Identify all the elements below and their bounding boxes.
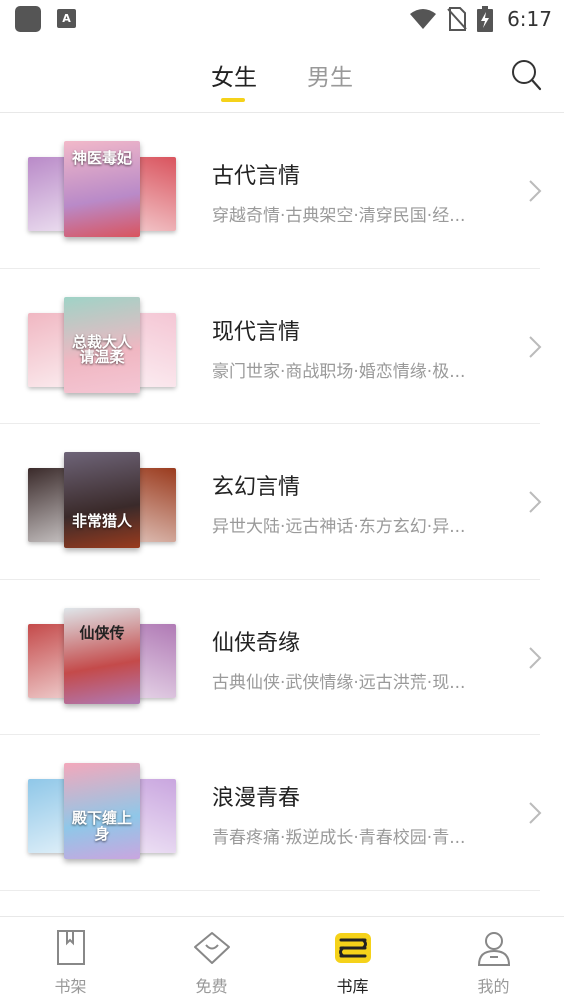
- category-title: 现代言情: [212, 319, 301, 345]
- chevron-right-icon: [529, 335, 542, 358]
- category-item-ancient-romance[interactable]: 神医毒妃 古代言情 穿越奇情·古典架空·清穿民国·经...: [0, 113, 564, 269]
- category-title: 古代言情: [212, 164, 301, 189]
- category-description: 古典仙侠·武侠情缘·远古洪荒·现...: [212, 672, 466, 693]
- book-covers: 神医毒妃: [28, 141, 178, 237]
- active-tab-indicator: [221, 98, 245, 102]
- wifi-icon: [410, 9, 437, 29]
- category-description: 异世大陆·远古神话·东方玄幻·异...: [212, 517, 466, 537]
- category-title: 浪漫青春: [212, 786, 301, 811]
- category-item-xianxia[interactable]: 仙侠传 仙侠奇缘 古典仙侠·武侠情缘·远古洪荒·现...: [0, 580, 564, 735]
- book-cover-main: 仙侠传: [64, 607, 140, 704]
- divider: [0, 889, 540, 891]
- category-title: 仙侠奇缘: [212, 630, 301, 656]
- cover-title: 总裁大人请温柔: [71, 332, 132, 367]
- book-covers: 殿下缠上身: [28, 763, 178, 859]
- bottom-nav: 书架 免费 书库 我的: [0, 916, 564, 1002]
- nav-label: 免费: [195, 977, 228, 996]
- app-icon: [15, 6, 41, 32]
- cover-title: 非常猎人: [71, 512, 132, 530]
- book-covers: 总裁大人请温柔: [28, 296, 178, 393]
- nav-item-bookshelf[interactable]: 书架: [0, 917, 141, 1002]
- book-cover-main: 非常猎人: [64, 452, 140, 548]
- profile-icon: [477, 932, 510, 966]
- category-description: 青春疼痛·叛逆成长·青春校园·青...: [212, 828, 466, 848]
- nav-label: 书库: [336, 977, 369, 996]
- no-sim-icon: [447, 7, 467, 31]
- status-icons: 6:17: [409, 5, 552, 33]
- category-description: 豪门世家·商战职场·婚恋情缘·极...: [212, 361, 466, 382]
- chevron-right-icon: [529, 180, 542, 202]
- book-cover-main: 总裁大人请温柔: [64, 296, 140, 393]
- nav-label: 我的: [477, 977, 510, 996]
- chevron-right-icon: [529, 646, 542, 669]
- library-icon: [334, 933, 371, 963]
- tab-female[interactable]: 女生: [211, 58, 257, 92]
- category-description: 穿越奇情·古典架空·清穿民国·经...: [212, 206, 466, 226]
- nav-item-free[interactable]: 免费: [141, 917, 282, 1002]
- clock: 6:17: [507, 7, 552, 31]
- book-covers: 非常猎人: [28, 452, 178, 548]
- gender-tabs: 女生 男生: [0, 40, 564, 112]
- category-item-fantasy-romance[interactable]: 非常猎人 玄幻言情 异世大陆·远古神话·东方玄幻·异...: [0, 424, 564, 580]
- battery-charging-icon: [477, 6, 494, 32]
- category-list: 神医毒妃 古代言情 穿越奇情·古典架空·清穿民国·经... 总裁大人请温柔 现代…: [0, 113, 564, 891]
- tab-male[interactable]: 男生: [307, 58, 353, 92]
- book-covers: 仙侠传: [28, 607, 178, 704]
- cover-title: 仙侠传: [79, 623, 125, 642]
- search-icon[interactable]: [510, 58, 542, 92]
- book-cover-main: 殿下缠上身: [64, 763, 140, 859]
- chevron-right-icon: [529, 802, 542, 824]
- bookshelf-icon: [56, 930, 85, 965]
- nav-item-library[interactable]: 书库: [282, 917, 423, 1002]
- category-title: 玄幻言情: [212, 475, 301, 500]
- nav-item-profile[interactable]: 我的: [423, 917, 564, 1002]
- status-bar: A 6:17: [0, 0, 564, 38]
- nav-label: 书架: [54, 977, 87, 996]
- a-icon: A: [57, 9, 76, 28]
- chevron-right-icon: [529, 491, 542, 513]
- category-item-youth-romance[interactable]: 殿下缠上身 浪漫青春 青春疼痛·叛逆成长·青春校园·青...: [0, 735, 564, 891]
- free-gift-icon: [193, 932, 230, 964]
- book-cover-main: 神医毒妃: [64, 141, 140, 237]
- cover-title: 神医毒妃: [71, 149, 132, 167]
- category-item-modern-romance[interactable]: 总裁大人请温柔 现代言情 豪门世家·商战职场·婚恋情缘·极...: [0, 269, 564, 424]
- cover-title: 殿下缠上身: [71, 809, 132, 843]
